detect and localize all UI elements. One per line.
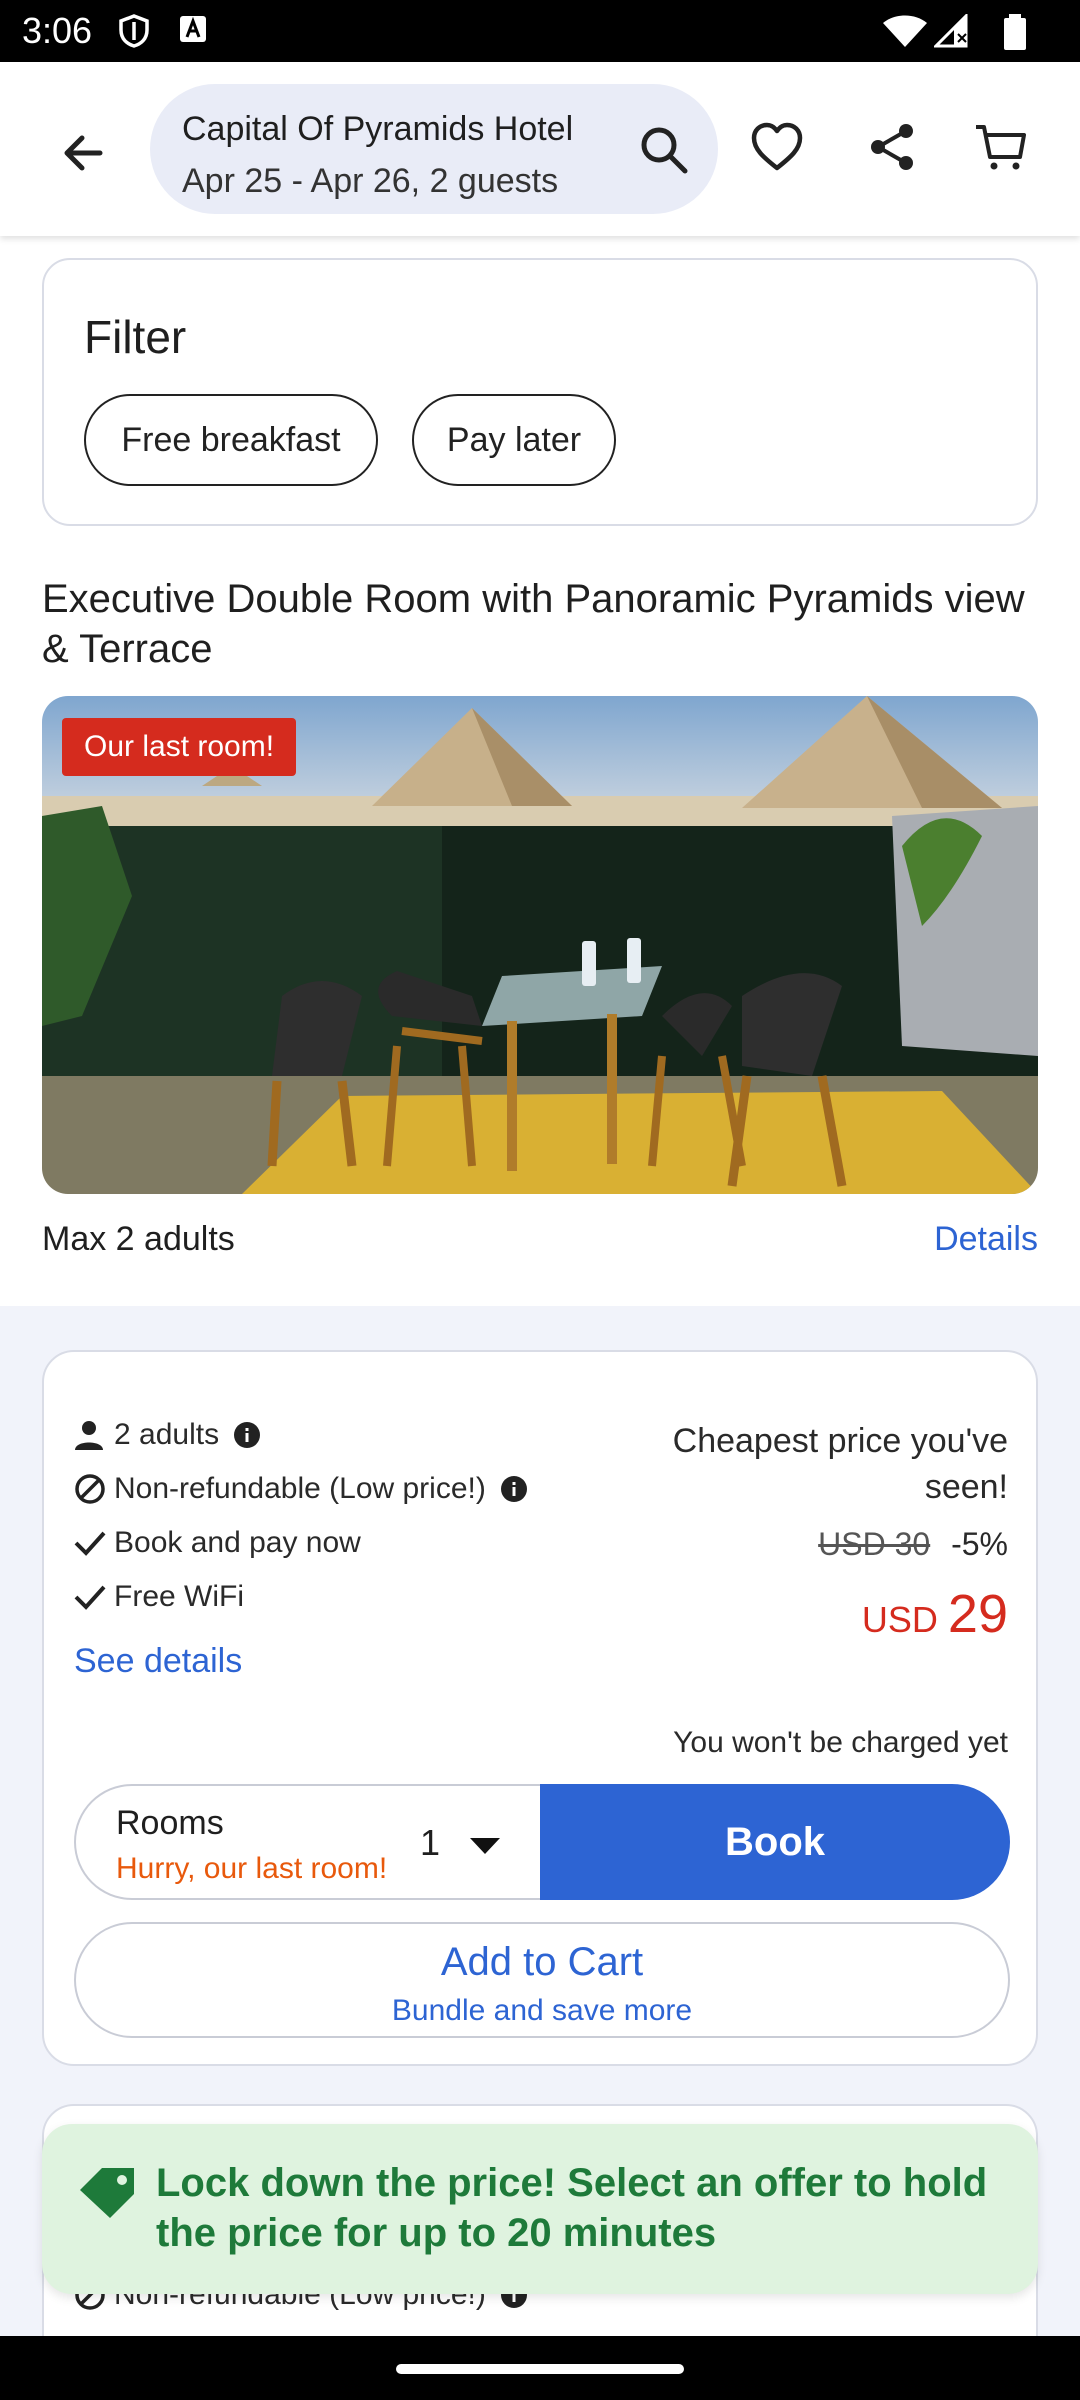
feature-book-pay-now: Book and pay now [74,1526,361,1560]
arrow-left-icon [64,135,103,171]
book-button[interactable]: Book [540,1784,1010,1900]
person-icon [74,1419,114,1451]
feature-text: Non-refundable (Low price!) [114,1472,486,1505]
navigation-bar [0,2336,1080,2400]
feature-non-refundable: Non-refundable (Low price!) [74,1472,528,1506]
signal-icon [932,12,968,53]
add-to-cart-button[interactable]: Add to Cart Bundle and save more [74,1922,1010,2038]
feature-adults: 2 adults [74,1418,261,1452]
rooms-selector[interactable]: Rooms Hurry, our last room! 1 [74,1784,548,1900]
rooms-label: Rooms [116,1804,224,1842]
room-photo[interactable]: Our last room! [42,696,1038,1194]
status-time: 3:06 [22,10,93,51]
share-button[interactable] [857,112,927,182]
search-icon[interactable] [638,124,690,181]
no-refund-icon [74,1473,114,1505]
price-currency: USD [861,1599,938,1640]
last-room-badge: Our last room! [62,718,297,776]
see-details-link[interactable]: See details [74,1642,242,1681]
room-title: Executive Double Room with Panoramic Pyr… [42,577,1025,671]
search-summary[interactable]: Capital Of Pyramids Hotel Apr 25 - Apr 2… [150,84,718,214]
price-block: Cheapest price you've seen! USD 30 -5% U… [588,1418,1008,1645]
rooms-count: 1 [420,1822,441,1863]
status-bar: 3:06 [0,0,1080,62]
filter-title: Filter [84,311,187,363]
app-bar: Capital Of Pyramids Hotel Apr 25 - Apr 2… [0,62,1080,236]
back-button[interactable] [50,118,130,198]
current-price: USD 29 [588,1583,1008,1645]
hotel-name: Capital Of Pyramids Hotel [182,110,574,148]
info-icon[interactable] [500,1475,528,1503]
dropdown-icon [468,1836,502,1861]
rooms-urgency: Hurry, our last room! [116,1852,388,1885]
feature-text: Book and pay now [114,1526,361,1559]
stay-info: Apr 25 - Apr 26, 2 guests [182,162,559,200]
lock-price-text: Lock down the price! Select an offer to … [156,2161,988,2255]
filter-card: Filter Free breakfast Pay later [42,258,1038,526]
battery-icon [1000,14,1030,55]
old-price: USD 30 [818,1526,931,1562]
cheapest-note: Cheapest price you've seen! [672,1422,1008,1506]
old-price-row: USD 30 -5% [588,1526,1008,1563]
info-icon[interactable] [233,1421,261,1449]
discount: -5% [951,1526,1008,1562]
feature-text: Free WiFi [114,1580,244,1613]
favorite-button[interactable] [742,112,812,182]
lock-price-banner: Lock down the price! Select an offer to … [42,2124,1038,2294]
filter-chip-pay-later[interactable]: Pay later [412,394,616,486]
price-tag-icon [76,2164,140,2225]
shield-status-icon [118,14,150,53]
cart-icon [976,125,1026,170]
room-details-link[interactable]: Details [934,1220,1038,1259]
cart-button[interactable] [966,112,1036,182]
filter-chip-free-breakfast[interactable]: Free breakfast [84,394,378,486]
check-icon [74,1583,114,1611]
add-to-cart-label: Add to Cart [440,1940,644,1984]
charge-note: You won't be charged yet [673,1726,1008,1759]
check-icon [74,1529,114,1557]
room-section: Filter Free breakfast Pay later Executiv… [0,236,1080,1306]
wifi-icon [882,14,928,53]
max-occupancy: Max 2 adults [42,1220,235,1258]
feature-free-wifi: Free WiFi [74,1580,244,1614]
share-icon [871,124,913,170]
text-notification-icon [178,14,208,49]
price-amount: 29 [947,1584,1008,1644]
home-gesture-handle[interactable] [396,2364,684,2374]
add-to-cart-sub: Bundle and save more [391,1994,693,2027]
offer-card: 2 adults Non-refundable (Low price!) Boo… [42,1350,1038,2066]
heart-icon [751,122,803,171]
feature-text: 2 adults [114,1418,220,1451]
